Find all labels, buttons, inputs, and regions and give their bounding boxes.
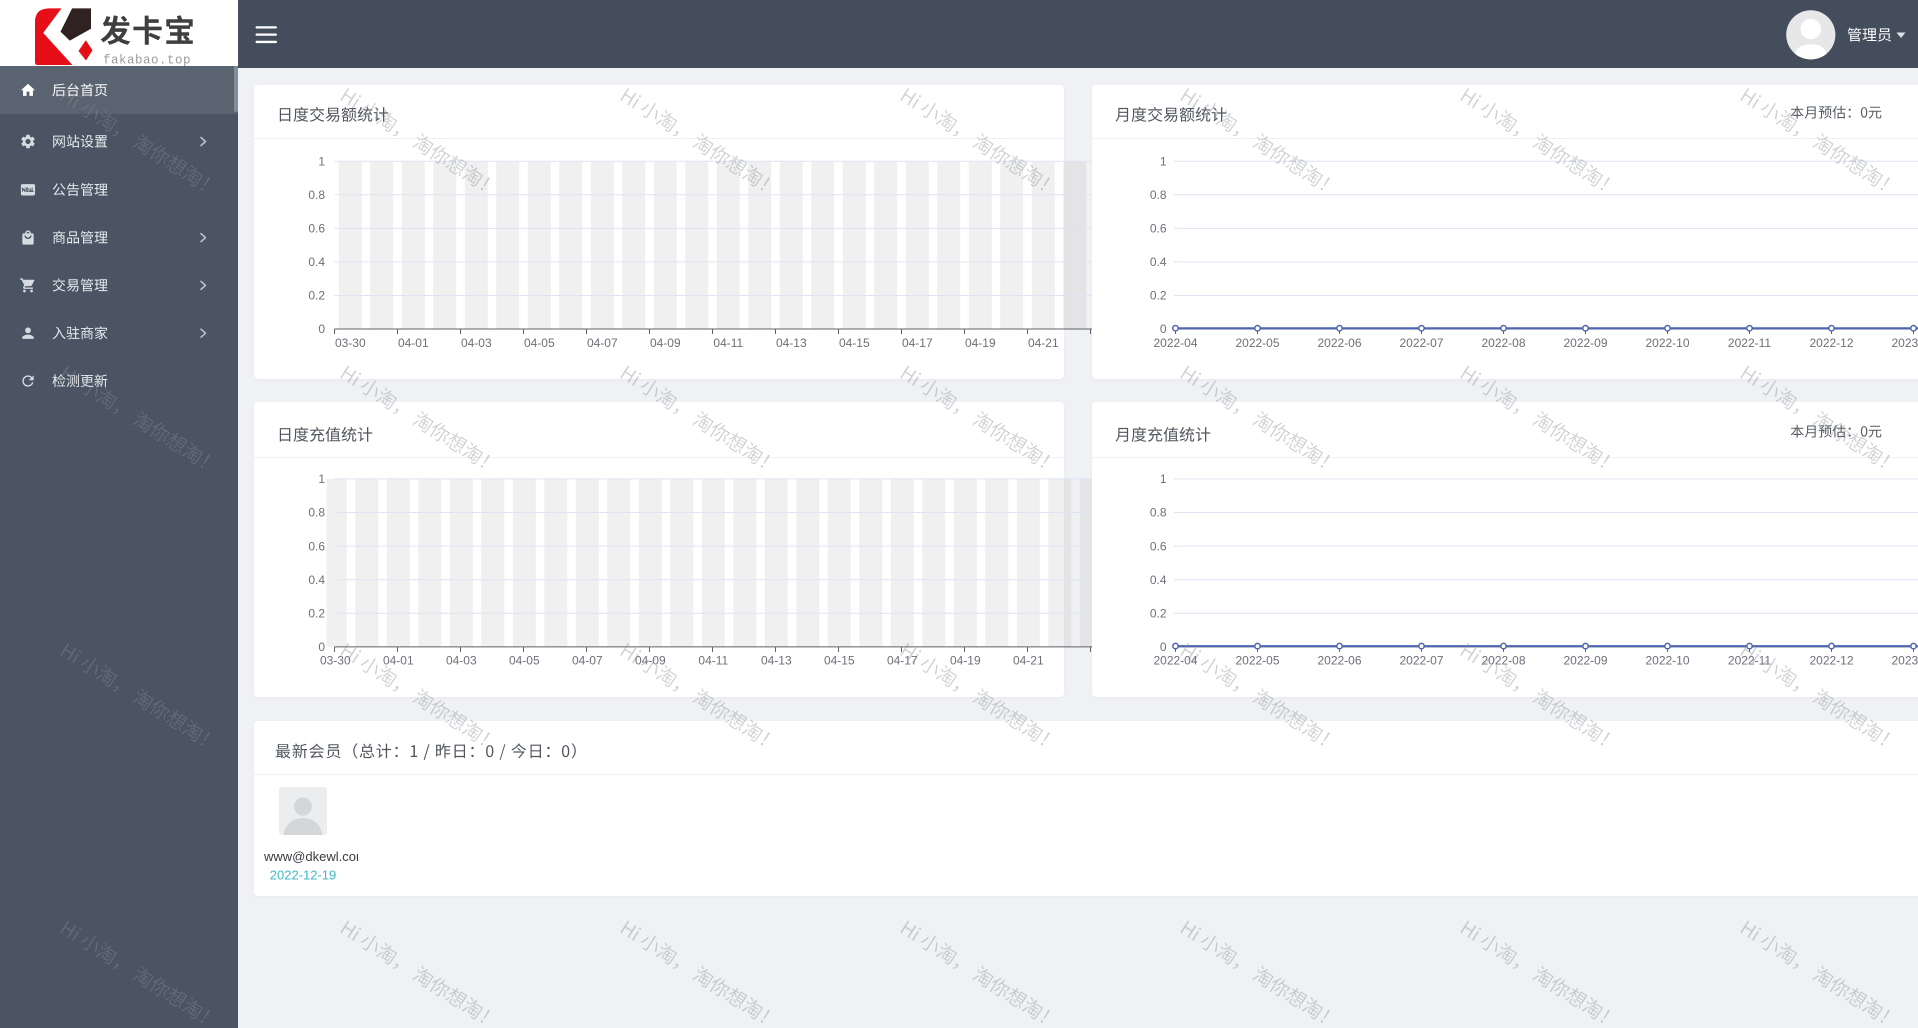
svg-text:2022-11: 2022-11: [1728, 336, 1771, 350]
svg-text:04-07: 04-07: [587, 336, 618, 350]
svg-text:2022-07: 2022-07: [1399, 336, 1443, 350]
svg-text:2023-01: 2023-01: [1891, 336, 1918, 350]
svg-text:2022-11: 2022-11: [1728, 654, 1771, 668]
svg-text:2022-10: 2022-10: [1645, 336, 1689, 350]
svg-text:2022-09: 2022-09: [1563, 654, 1607, 668]
svg-text:0.8: 0.8: [1150, 506, 1167, 520]
svg-text:0.8: 0.8: [308, 506, 325, 520]
svg-text:2022-12: 2022-12: [1809, 654, 1853, 668]
svg-text:fakabao.top: fakabao.top: [103, 54, 191, 68]
svg-text:2022-10: 2022-10: [1645, 654, 1689, 668]
svg-text:04-17: 04-17: [902, 336, 933, 350]
svg-text:0.4: 0.4: [308, 573, 325, 587]
svg-text:0.2: 0.2: [1150, 289, 1167, 303]
svg-text:04-05: 04-05: [524, 336, 555, 350]
svg-text:04-21: 04-21: [1013, 654, 1044, 668]
svg-text:2022-06: 2022-06: [1317, 654, 1361, 668]
svg-text:04-05: 04-05: [509, 654, 540, 668]
svg-text:04-03: 04-03: [446, 654, 477, 668]
svg-text:2022-05: 2022-05: [1235, 654, 1279, 668]
svg-text:0.6: 0.6: [1150, 539, 1167, 553]
svg-text:2022-09: 2022-09: [1563, 336, 1607, 350]
svg-text:2022-08: 2022-08: [1481, 336, 1525, 350]
svg-text:0.8: 0.8: [1150, 188, 1167, 202]
svg-text:0.2: 0.2: [308, 607, 325, 621]
svg-text:0.4: 0.4: [308, 255, 325, 269]
svg-text:0: 0: [318, 322, 325, 336]
svg-text:04-11: 04-11: [698, 654, 728, 668]
svg-text:1: 1: [318, 155, 325, 169]
svg-text:0.8: 0.8: [308, 188, 325, 202]
svg-text:0.4: 0.4: [1150, 573, 1167, 587]
svg-text:04-09: 04-09: [650, 336, 681, 350]
svg-text:0.6: 0.6: [1150, 222, 1167, 236]
svg-text:0.6: 0.6: [308, 539, 325, 553]
svg-text:04-19: 04-19: [965, 336, 996, 350]
svg-text:2022-06: 2022-06: [1317, 336, 1361, 350]
svg-text:0: 0: [318, 640, 325, 654]
svg-text:04-11: 04-11: [713, 336, 743, 350]
svg-text:1: 1: [318, 472, 325, 486]
svg-text:04-15: 04-15: [824, 654, 855, 668]
svg-text:2022-05: 2022-05: [1235, 336, 1279, 350]
svg-text:0: 0: [1160, 640, 1167, 654]
svg-text:04-03: 04-03: [461, 336, 492, 350]
svg-text:04-21: 04-21: [1028, 336, 1059, 350]
svg-text:0: 0: [1160, 322, 1167, 336]
svg-text:04-13: 04-13: [761, 654, 792, 668]
svg-text:2022-12: 2022-12: [1809, 336, 1853, 350]
svg-text:2022-07: 2022-07: [1399, 654, 1443, 668]
svg-text:04-07: 04-07: [572, 654, 603, 668]
svg-text:0.6: 0.6: [308, 222, 325, 236]
svg-text:2022-04: 2022-04: [1153, 336, 1197, 350]
svg-text:04-15: 04-15: [839, 336, 870, 350]
svg-text:2022-12-19: 2022-12-19: [270, 868, 337, 883]
svg-text:04-01: 04-01: [398, 336, 429, 350]
svg-text:1: 1: [1160, 155, 1167, 169]
svg-text:04-01: 04-01: [383, 654, 414, 668]
svg-text:0.4: 0.4: [1150, 255, 1167, 269]
svg-text:0.2: 0.2: [1150, 607, 1167, 621]
svg-text:1: 1: [1160, 472, 1167, 486]
svg-text:2023-01: 2023-01: [1891, 654, 1918, 668]
svg-text:04-13: 04-13: [776, 336, 807, 350]
svg-text:04-19: 04-19: [950, 654, 981, 668]
svg-text:www@dkewl.com: www@dkewl.com: [263, 849, 367, 864]
svg-text:03-30: 03-30: [335, 336, 366, 350]
svg-text:03-30: 03-30: [320, 654, 351, 668]
svg-text:0.2: 0.2: [308, 289, 325, 303]
